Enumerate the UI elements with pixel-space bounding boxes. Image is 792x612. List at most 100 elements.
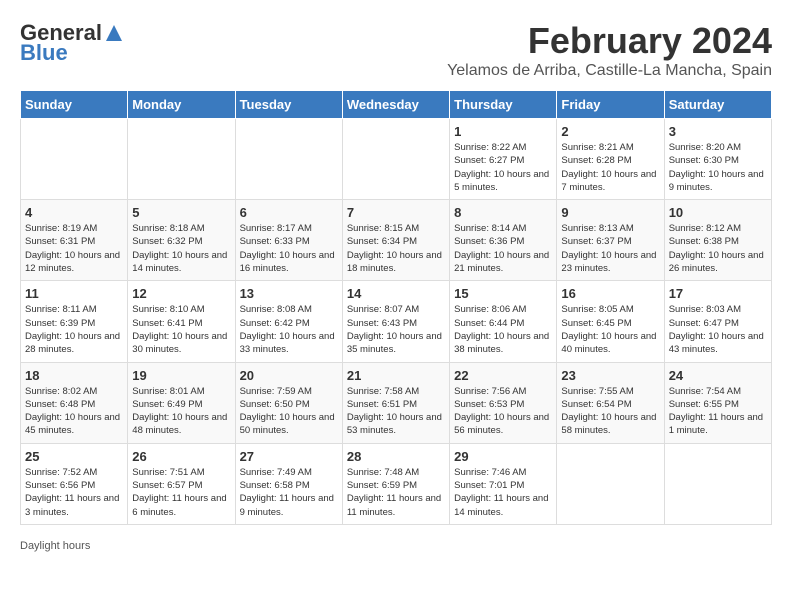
day-info: Sunrise: 7:56 AM Sunset: 6:53 PM Dayligh… [454,385,552,438]
calendar-cell [664,443,771,524]
day-number: 9 [561,205,659,220]
location-title: Yelamos de Arriba, Castille-La Mancha, S… [447,62,772,80]
day-info: Sunrise: 7:59 AM Sunset: 6:50 PM Dayligh… [240,385,338,438]
logo: General Blue [20,20,124,66]
day-number: 18 [25,368,123,383]
day-number: 29 [454,449,552,464]
calendar-cell [342,119,449,200]
logo-blue-text: Blue [20,40,68,66]
day-number: 21 [347,368,445,383]
day-info: Sunrise: 7:51 AM Sunset: 6:57 PM Dayligh… [132,466,230,519]
day-header-wednesday: Wednesday [342,91,449,119]
calendar-cell: 25 Sunrise: 7:52 AM Sunset: 6:56 PM Dayli… [21,443,128,524]
day-number: 25 [25,449,123,464]
day-header-sunday: Sunday [21,91,128,119]
calendar-cell: 6 Sunrise: 8:17 AM Sunset: 6:33 PM Daylig… [235,200,342,281]
title-area: February 2024 Yelamos de Arriba, Castill… [447,20,772,80]
day-info: Sunrise: 8:10 AM Sunset: 6:41 PM Dayligh… [132,303,230,356]
calendar-cell: 21 Sunrise: 7:58 AM Sunset: 6:51 PM Dayli… [342,362,449,443]
day-number: 23 [561,368,659,383]
calendar-cell [557,443,664,524]
daylight-hours-label: Daylight hours [20,540,90,552]
calendar-cell [128,119,235,200]
day-info: Sunrise: 8:02 AM Sunset: 6:48 PM Dayligh… [25,385,123,438]
day-number: 1 [454,124,552,139]
day-number: 11 [25,286,123,301]
calendar-table: SundayMondayTuesdayWednesdayThursdayFrid… [20,90,772,525]
day-number: 4 [25,205,123,220]
day-number: 5 [132,205,230,220]
day-info: Sunrise: 8:19 AM Sunset: 6:31 PM Dayligh… [25,222,123,275]
calendar-cell: 19Sunrise: 8:01 AM Sunset: 6:49 PM Dayli… [128,362,235,443]
day-info: Sunrise: 7:52 AM Sunset: 6:56 PM Dayligh… [25,466,123,519]
header: General Blue February 2024 Yelamos de Ar… [10,10,782,85]
calendar-cell: 18 Sunrise: 8:02 AM Sunset: 6:48 PM Dayli… [21,362,128,443]
day-info: Sunrise: 8:17 AM Sunset: 6:33 PM Dayligh… [240,222,338,275]
calendar-cell: 16Sunrise: 8:05 AM Sunset: 6:45 PM Dayli… [557,281,664,362]
day-number: 22 [454,368,552,383]
day-header-saturday: Saturday [664,91,771,119]
day-number: 10 [669,205,767,220]
calendar-cell: 10 Sunrise: 8:12 AM Sunset: 6:38 PM Dayli… [664,200,771,281]
week-row-2: 11 Sunrise: 8:11 AM Sunset: 6:39 PM Dayli… [21,281,772,362]
day-header-thursday: Thursday [450,91,557,119]
calendar-cell: 2Sunrise: 8:21 AM Sunset: 6:28 PM Daylig… [557,119,664,200]
day-info: Sunrise: 8:15 AM Sunset: 6:34 PM Dayligh… [347,222,445,275]
calendar-cell: 26 Sunrise: 7:51 AM Sunset: 6:57 PM Dayli… [128,443,235,524]
day-info: Sunrise: 7:58 AM Sunset: 6:51 PM Dayligh… [347,385,445,438]
days-header-row: SundayMondayTuesdayWednesdayThursdayFrid… [21,91,772,119]
day-info: Sunrise: 8:07 AM Sunset: 6:43 PM Dayligh… [347,303,445,356]
day-info: Sunrise: 8:12 AM Sunset: 6:38 PM Dayligh… [669,222,767,275]
calendar-cell: 29 Sunrise: 7:46 AM Sunset: 7:01 PM Dayli… [450,443,557,524]
day-header-monday: Monday [128,91,235,119]
calendar-cell: 14Sunrise: 8:07 AM Sunset: 6:43 PM Dayli… [342,281,449,362]
day-number: 28 [347,449,445,464]
calendar-cell: 20Sunrise: 7:59 AM Sunset: 6:50 PM Dayli… [235,362,342,443]
week-row-3: 18 Sunrise: 8:02 AM Sunset: 6:48 PM Dayli… [21,362,772,443]
day-info: Sunrise: 7:55 AM Sunset: 6:54 PM Dayligh… [561,385,659,438]
logo-icon [104,23,124,43]
calendar-cell: 5Sunrise: 8:18 AM Sunset: 6:32 PM Daylig… [128,200,235,281]
calendar-cell: 15Sunrise: 8:06 AM Sunset: 6:44 PM Dayli… [450,281,557,362]
day-info: Sunrise: 8:03 AM Sunset: 6:47 PM Dayligh… [669,303,767,356]
calendar-cell: 22 Sunrise: 7:56 AM Sunset: 6:53 PM Dayli… [450,362,557,443]
calendar-container: SundayMondayTuesdayWednesdayThursdayFrid… [10,85,782,535]
calendar-cell: 23 Sunrise: 7:55 AM Sunset: 6:54 PM Dayli… [557,362,664,443]
day-number: 13 [240,286,338,301]
day-info: Sunrise: 8:22 AM Sunset: 6:27 PM Dayligh… [454,141,552,194]
day-info: Sunrise: 8:14 AM Sunset: 6:36 PM Dayligh… [454,222,552,275]
day-info: Sunrise: 8:13 AM Sunset: 6:37 PM Dayligh… [561,222,659,275]
day-info: Sunrise: 8:05 AM Sunset: 6:45 PM Dayligh… [561,303,659,356]
calendar-cell: 27Sunrise: 7:49 AM Sunset: 6:58 PM Dayli… [235,443,342,524]
day-number: 6 [240,205,338,220]
calendar-cell: 4 Sunrise: 8:19 AM Sunset: 6:31 PM Daylig… [21,200,128,281]
day-number: 24 [669,368,767,383]
day-info: Sunrise: 8:11 AM Sunset: 6:39 PM Dayligh… [25,303,123,356]
day-info: Sunrise: 8:08 AM Sunset: 6:42 PM Dayligh… [240,303,338,356]
calendar-cell [21,119,128,200]
week-row-0: 1 Sunrise: 8:22 AM Sunset: 6:27 PM Daylig… [21,119,772,200]
calendar-cell: 17 Sunrise: 8:03 AM Sunset: 6:47 PM Dayli… [664,281,771,362]
calendar-cell [235,119,342,200]
day-info: Sunrise: 7:49 AM Sunset: 6:58 PM Dayligh… [240,466,338,519]
calendar-cell: 9 Sunrise: 8:13 AM Sunset: 6:37 PM Daylig… [557,200,664,281]
day-info: Sunrise: 8:01 AM Sunset: 6:49 PM Dayligh… [132,385,230,438]
day-number: 3 [669,124,767,139]
calendar-cell: 1 Sunrise: 8:22 AM Sunset: 6:27 PM Daylig… [450,119,557,200]
calendar-cell: 7Sunrise: 8:15 AM Sunset: 6:34 PM Daylig… [342,200,449,281]
day-info: Sunrise: 7:46 AM Sunset: 7:01 PM Dayligh… [454,466,552,519]
day-number: 12 [132,286,230,301]
day-header-tuesday: Tuesday [235,91,342,119]
day-info: Sunrise: 8:06 AM Sunset: 6:44 PM Dayligh… [454,303,552,356]
day-number: 26 [132,449,230,464]
calendar-cell: 28Sunrise: 7:48 AM Sunset: 6:59 PM Dayli… [342,443,449,524]
calendar-cell: 24 Sunrise: 7:54 AM Sunset: 6:55 PM Dayli… [664,362,771,443]
week-row-4: 25 Sunrise: 7:52 AM Sunset: 6:56 PM Dayli… [21,443,772,524]
day-number: 17 [669,286,767,301]
day-info: Sunrise: 7:54 AM Sunset: 6:55 PM Dayligh… [669,385,767,438]
calendar-cell: 12 Sunrise: 8:10 AM Sunset: 6:41 PM Dayli… [128,281,235,362]
month-title: February 2024 [447,20,772,62]
footer-note: Daylight hours [10,535,782,557]
day-header-friday: Friday [557,91,664,119]
calendar-cell: 13 Sunrise: 8:08 AM Sunset: 6:42 PM Dayli… [235,281,342,362]
